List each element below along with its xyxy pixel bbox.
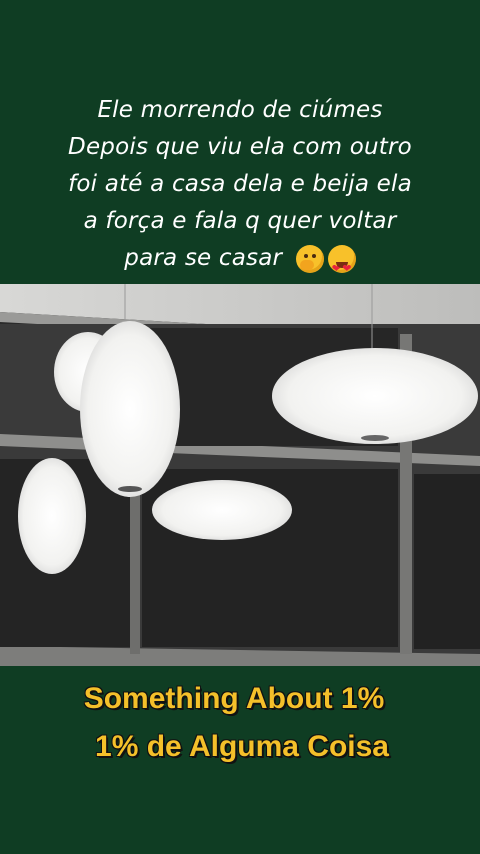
caption-text: Ele morrendo de ciúmes Depois que viu el… (0, 92, 480, 287)
caption-line: Ele morrendo de ciúmes (97, 97, 383, 123)
caption-line-text: para se casar (124, 245, 283, 271)
lamps-photo-illustration (0, 284, 480, 666)
caption-line: foi até a casa dela e beija ela (68, 171, 412, 197)
lamp-small-left (18, 458, 86, 574)
lamp-saucer-right (272, 348, 478, 444)
movie-title-portuguese: 1% de Alguma Coisa (95, 730, 389, 763)
caption-line: a força e fala q quer voltar (83, 208, 397, 234)
caption-line: Depois que viu ela com outro (68, 134, 412, 160)
heart-eyes-icon (327, 244, 356, 287)
emoji-group (295, 244, 356, 287)
face-with-hand-over-mouth-icon (295, 244, 324, 273)
lamp-large-left (80, 321, 180, 497)
movie-title-english: Something About 1% (83, 682, 385, 715)
lamps-photo (0, 284, 480, 666)
caption-line-last: para se casar (0, 240, 480, 287)
lamp-saucer-center (152, 480, 292, 540)
